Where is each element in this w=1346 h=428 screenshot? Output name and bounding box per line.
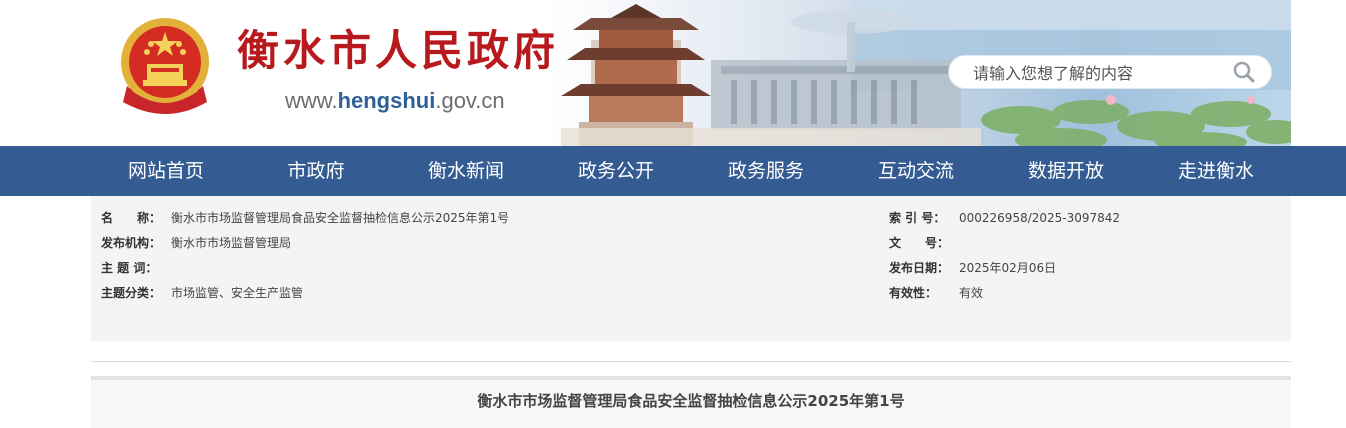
nav-item-government[interactable]: 市政府 xyxy=(241,146,391,196)
search-input[interactable] xyxy=(971,59,1221,87)
meta-index-value: 000226958/2025-3097842 xyxy=(959,211,1121,225)
nav-item-open-government[interactable]: 政务公开 xyxy=(541,146,691,196)
meta-date-label: 发布日期： xyxy=(889,261,950,275)
search-box xyxy=(949,56,1271,88)
document-content: 衡水市市场监督管理局食品安全监督抽检信息公示2025年第1号 xyxy=(91,380,1291,428)
site-url-domain: hengshui xyxy=(337,88,436,113)
nav-item-about-hengshui[interactable]: 走进衡水 xyxy=(1141,146,1291,196)
national-emblem-icon xyxy=(121,18,209,114)
nav-item-open-data[interactable]: 数据开放 xyxy=(991,146,1141,196)
divider xyxy=(91,361,1291,362)
site-title: 衡水市人民政府 xyxy=(237,26,560,75)
meta-publisher-label: 发布机构： xyxy=(101,236,162,250)
meta-category-label: 主题分类： xyxy=(101,286,162,300)
main-nav: 网站首页 市政府 衡水新闻 政务公开 政务服务 互动交流 数据开放 走进衡水 xyxy=(0,146,1346,196)
site-url: www.hengshui.gov.cn xyxy=(285,88,505,114)
site-url-prefix: www. xyxy=(285,88,338,113)
site-url-suffix: .gov.cn xyxy=(435,88,505,113)
meta-publisher-value: 衡水市市场监督管理局 xyxy=(171,236,292,250)
meta-validity-label: 有效性： xyxy=(889,286,938,300)
meta-docno-label: 文 号： xyxy=(889,236,950,250)
nav-item-home[interactable]: 网站首页 xyxy=(91,146,241,196)
header-banner: 衡水市人民政府 www.hengshui.gov.cn xyxy=(91,0,1291,146)
meta-keywords-label: 主 题 词： xyxy=(101,261,158,275)
meta-category-value: 市场监管、安全生产监管 xyxy=(171,286,304,300)
document-metadata-panel: 名 称： 衡水市市场监督管理局食品安全监督抽检信息公示2025年第1号 发布机构… xyxy=(91,196,1291,341)
nav-item-services[interactable]: 政务服务 xyxy=(691,146,841,196)
document-title: 衡水市市场监督管理局食品安全监督抽检信息公示2025年第1号 xyxy=(477,392,905,410)
nav-item-news[interactable]: 衡水新闻 xyxy=(391,146,541,196)
meta-validity-value: 有效 xyxy=(959,286,984,300)
search-icon[interactable] xyxy=(1231,60,1257,84)
meta-name-value: 衡水市市场监督管理局食品安全监督抽检信息公示2025年第1号 xyxy=(171,211,510,225)
meta-name-label: 名 称： xyxy=(101,211,162,225)
meta-index-label: 索 引 号： xyxy=(889,211,946,225)
meta-date-value: 2025年02月06日 xyxy=(959,261,1057,275)
nav-item-interaction[interactable]: 互动交流 xyxy=(841,146,991,196)
main-nav-items: 网站首页 市政府 衡水新闻 政务公开 政务服务 互动交流 数据开放 走进衡水 xyxy=(91,146,1291,196)
